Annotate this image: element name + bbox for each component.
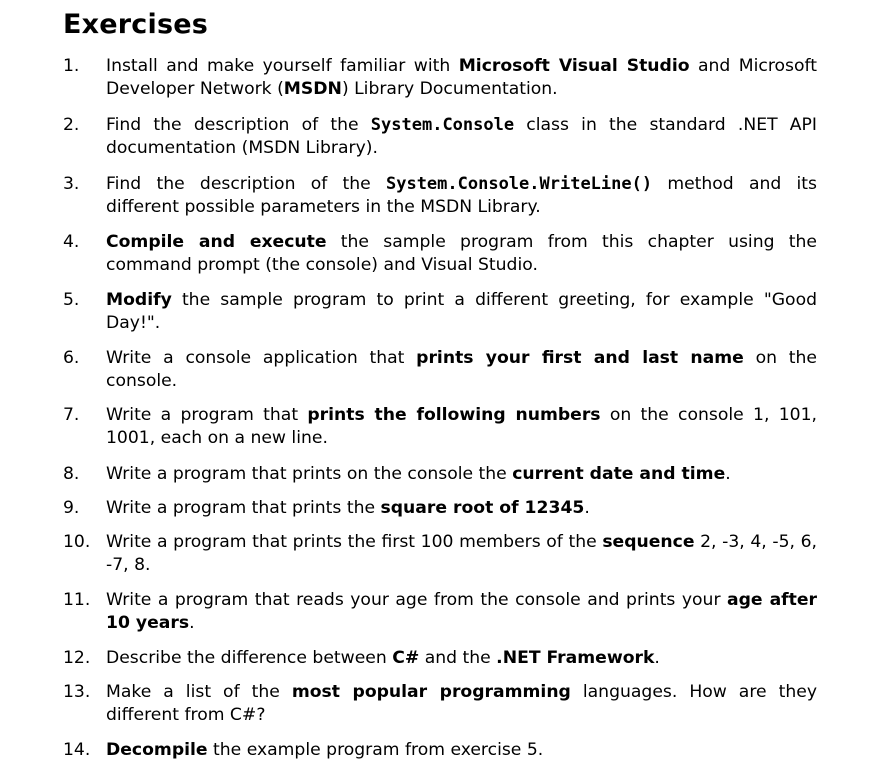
text-run: Install and make yourself familiar with (106, 56, 459, 76)
emphasis: square root of 12345 (380, 498, 585, 518)
exercise-number: 13. (63, 682, 91, 702)
exercise-number: 3. (63, 174, 80, 194)
text-run: Write a program that reads your age from… (106, 590, 728, 610)
exercise-text: Compile and execute the sample program f… (106, 231, 817, 277)
text-run: Make a list of the (106, 682, 292, 702)
text-run: . (654, 648, 660, 668)
exercise-number: 7. (63, 405, 80, 425)
exercise-text: Find the description of the System.Conso… (106, 173, 817, 219)
exercise-number: 11. (63, 590, 91, 610)
exercise-number: 6. (63, 348, 80, 368)
text-run: the example program from exercise 5. (207, 740, 544, 760)
text-run: Write a program that (106, 405, 308, 425)
exercise-number: 14. (63, 740, 91, 760)
exercise-number: 9. (63, 498, 80, 518)
emphasis: Microsoft Visual Studio (458, 56, 690, 76)
emphasis: sequence (602, 532, 695, 552)
exercise-number: 4. (63, 232, 80, 252)
exercise-text: Decompile the example program from exerc… (106, 739, 817, 762)
exercise-list: 1. Install and make yourself familiar wit… (0, 0, 873, 778)
emphasis: C# (392, 648, 420, 668)
emphasis: MSDN (283, 79, 342, 99)
exercise-text: Modify the sample program to print a dif… (106, 289, 817, 335)
emphasis: prints the following numbers (307, 405, 601, 425)
exercise-number: 12. (63, 648, 91, 668)
exercise-text: Write a program that reads your age from… (106, 589, 817, 635)
exercise-text: Write a program that prints the square r… (106, 497, 817, 520)
text-run: Find the description of the (106, 174, 386, 194)
text-run: the sample program to print a different … (106, 290, 817, 333)
exercise-text: Write a console application that prints … (106, 347, 817, 393)
exercise-number: 2. (63, 115, 80, 135)
text-run: Write a program that prints the (106, 498, 381, 518)
text-run: Describe the difference between (106, 648, 393, 668)
text-run: and the (419, 648, 497, 668)
code-term: System.Console.WriteLine() (385, 174, 653, 194)
emphasis: Modify (106, 290, 172, 310)
exercise-text: Write a program that prints on the conso… (106, 463, 817, 486)
text-run: ) Library Documentation. (341, 79, 558, 99)
exercise-text: Find the description of the System.Conso… (106, 114, 817, 160)
exercise-text: Describe the difference between C# and t… (106, 647, 817, 670)
emphasis: .NET Framework (496, 648, 655, 668)
text-run: . (189, 613, 195, 633)
emphasis: Decompile (106, 740, 208, 760)
exercise-text: Make a list of the most popular programm… (106, 681, 817, 727)
exercise-text: Install and make yourself familiar with … (106, 55, 817, 101)
exercise-text: Write a program that prints the first 10… (106, 531, 817, 577)
text-run: Find the description of the (106, 115, 371, 135)
text-run: . (725, 464, 731, 484)
text-run: Write a program that prints on the conso… (106, 464, 513, 484)
exercise-text: Write a program that prints the followin… (106, 404, 817, 450)
exercise-number: 10. (63, 532, 91, 552)
exercise-number: 8. (63, 464, 80, 484)
text-run: . (584, 498, 590, 518)
code-term: System.Console (370, 115, 515, 135)
emphasis: prints your first and last name (416, 348, 744, 368)
emphasis: Compile and execute (106, 232, 327, 252)
emphasis: most popular programming (291, 682, 571, 702)
exercise-number: 1. (63, 56, 80, 76)
exercise-number: 5. (63, 290, 80, 310)
text-run: Write a console application that (106, 348, 417, 368)
emphasis: current date and time (512, 464, 726, 484)
text-run: Write a program that prints the first 10… (106, 532, 603, 552)
